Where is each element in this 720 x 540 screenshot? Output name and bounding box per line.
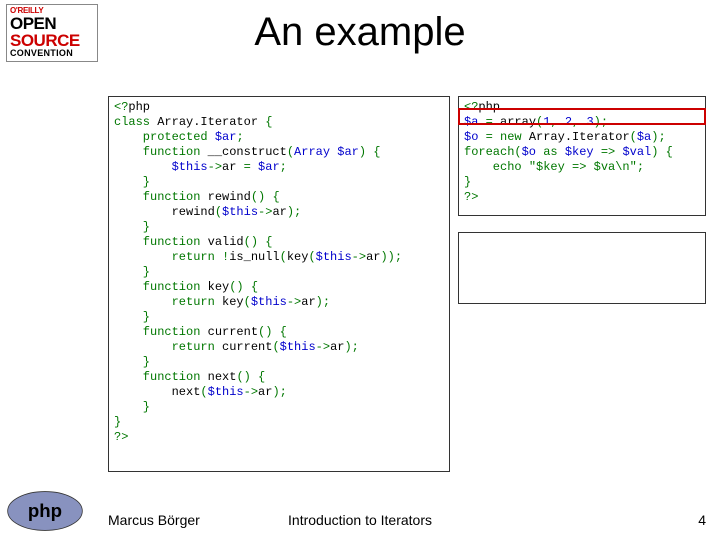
footer-subject: Introduction to Iterators: [0, 512, 720, 528]
slide-title: An example: [0, 10, 720, 55]
code-block-right-empty: [458, 232, 706, 304]
code-block-left: <?php class Array.Iterator { protected $…: [108, 96, 450, 472]
footer-page-number: 4: [698, 512, 706, 528]
code-block-right: <?php $a = array(1, 2, 3); $o = new Arra…: [458, 96, 706, 216]
